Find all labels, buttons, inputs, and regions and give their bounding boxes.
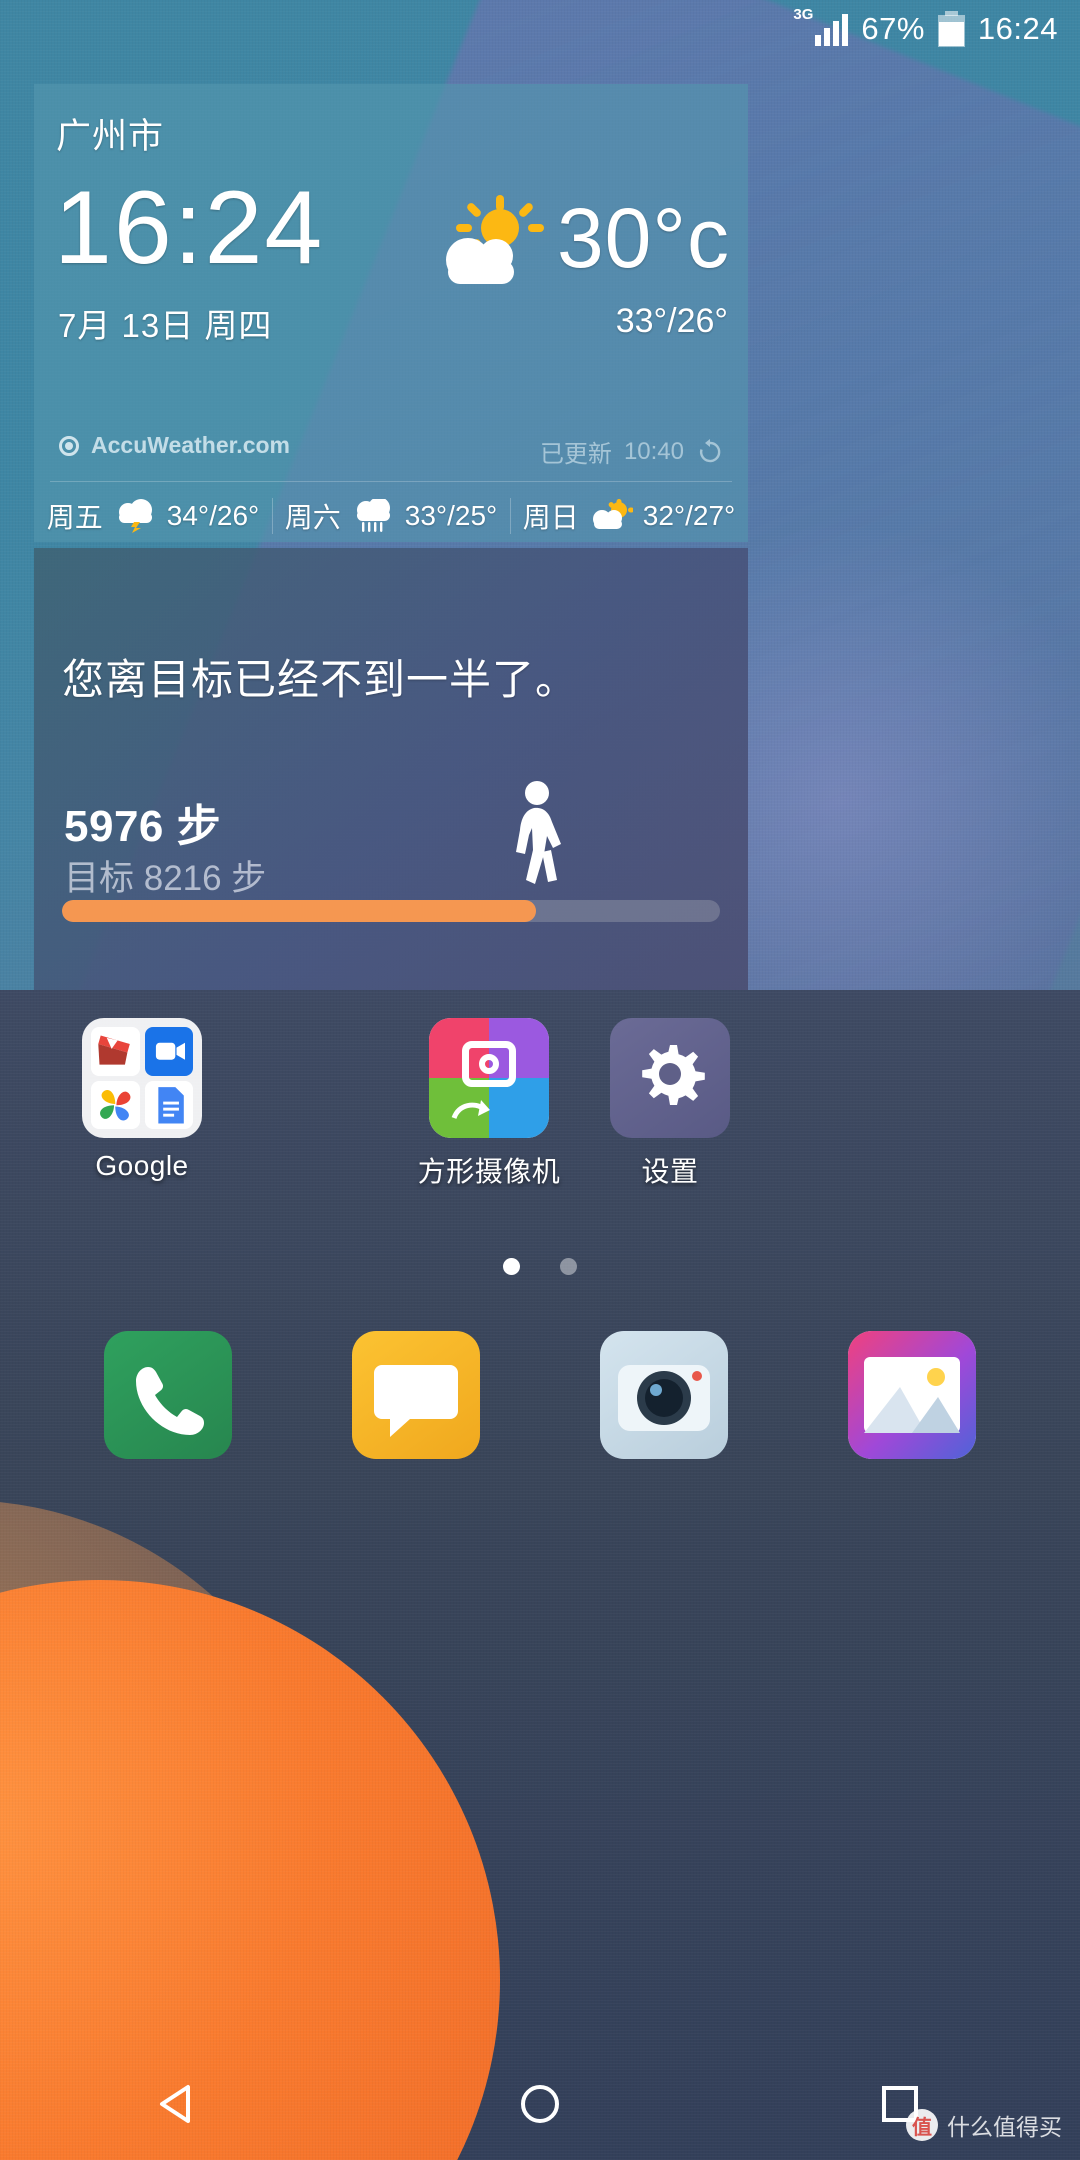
status-bar-clock: 16:24	[977, 11, 1058, 46]
triangle-back-icon	[160, 2085, 190, 2123]
network-type-label: 3G	[793, 6, 814, 23]
weather-date: 7月 13日 周四	[58, 307, 273, 344]
recents-button[interactable]	[840, 2048, 960, 2160]
play-movies-icon	[91, 1027, 140, 1076]
signal-icon: 3G	[793, 7, 849, 46]
duo-icon	[144, 1027, 193, 1076]
app-label: Google	[95, 1150, 189, 1181]
accuweather-label: AccuWeather.com	[91, 432, 290, 458]
forecast-item-sunday[interactable]: 周日 32°/27°	[510, 496, 748, 536]
partly-sunny-icon	[592, 499, 633, 529]
rotate-arrow-icon	[451, 1100, 490, 1120]
forecast-temps: 32°/27°	[642, 500, 736, 531]
forecast-day-label: 周日	[522, 502, 579, 533]
dock-camera-app[interactable]	[600, 1331, 728, 1459]
weather-clock[interactable]: 16:24	[54, 176, 324, 280]
updated-time: 10:40	[623, 437, 684, 465]
forecast-item-saturday[interactable]: 周六 33°/25°	[272, 496, 510, 536]
back-button[interactable]	[120, 2048, 240, 2160]
page-indicator[interactable]	[0, 1258, 1080, 1275]
refresh-icon[interactable]	[696, 438, 724, 466]
signal-bars-icon	[815, 14, 849, 46]
settings-tile[interactable]	[610, 1018, 730, 1138]
watermark-text: 什么值得买	[947, 2114, 1062, 2140]
step-progress-fill	[62, 900, 536, 922]
docs-icon	[144, 1080, 193, 1129]
photo-icon	[848, 1331, 976, 1459]
photos-icon	[91, 1080, 140, 1129]
forecast-day-label: 周五	[46, 502, 103, 533]
thunderstorm-icon	[118, 499, 152, 533]
gear-icon	[642, 1045, 705, 1105]
forecast-temps: 34°/26°	[166, 500, 260, 531]
weather-updated: 已更新 10:40	[540, 434, 724, 469]
navigation-bar	[0, 2048, 1080, 2160]
circle-home-icon	[521, 2085, 559, 2123]
square-camera-icon	[429, 1018, 549, 1138]
forecast-day-label: 周六	[284, 502, 341, 533]
settings-icon-bg	[610, 1018, 730, 1138]
updated-label: 已更新	[539, 441, 612, 468]
status-bar[interactable]: 3G 67% 16:24	[0, 0, 1080, 58]
weather-high-low: 33°/26°	[615, 302, 728, 340]
step-counter-widget[interactable]: 您离目标已经不到一半了。 5976 步 目标 8216 步	[34, 548, 748, 990]
dock	[0, 1320, 1080, 1470]
dock-messages-app[interactable]	[352, 1331, 480, 1459]
folder-preview	[82, 1018, 202, 1138]
app-square-camera[interactable]: 方形摄像机	[389, 1018, 589, 1190]
forecast-item-friday[interactable]: 周五 34°/26°	[34, 496, 272, 536]
step-goal: 目标 8216 步	[64, 859, 267, 898]
app-label: 设置	[641, 1156, 699, 1187]
weather-attribution[interactable]: AccuWeather.com	[56, 432, 290, 459]
app-label: 方形摄像机	[417, 1156, 561, 1187]
home-button[interactable]	[480, 2048, 600, 2160]
square-camera-tile[interactable]	[429, 1018, 549, 1138]
app-google-folder[interactable]: Google	[42, 1018, 242, 1182]
weather-temperature: 30°c	[556, 191, 730, 285]
battery-icon	[937, 11, 965, 47]
weather-city: 广州市	[56, 117, 165, 156]
message-bubble-icon	[374, 1365, 458, 1437]
step-count: 5976 步	[64, 802, 222, 851]
step-progress-bar	[62, 900, 720, 922]
google-folder-tile[interactable]	[82, 1018, 202, 1138]
page-dot[interactable]	[560, 1258, 577, 1275]
weather-widget[interactable]: 广州市 16:24 7月 13日 周四 30°c 33°/26° AccuWea…	[34, 84, 748, 542]
rain-icon	[356, 499, 390, 532]
weather-divider	[50, 481, 732, 482]
watermark: 值 什么值得买	[906, 2108, 1062, 2142]
step-motivation-message: 您离目标已经不到一半了。	[62, 656, 579, 703]
battery-percent-label: 67%	[861, 11, 925, 46]
watermark-logo: 值	[906, 2109, 938, 2141]
accuweather-sun-icon	[59, 435, 79, 456]
dock-phone-app[interactable]	[104, 1331, 232, 1459]
forecast-temps: 33°/25°	[404, 500, 498, 531]
walking-person-icon	[516, 781, 561, 884]
weather-forecast-row: 周五 34°/26° 周六 33°/25° 周日 32°/27°	[34, 490, 748, 542]
app-settings[interactable]: 设置	[570, 1018, 770, 1190]
page-dot-active[interactable]	[503, 1258, 520, 1275]
camera-icon	[618, 1365, 710, 1431]
phone-icon	[136, 1367, 204, 1435]
dock-gallery-app[interactable]	[848, 1331, 976, 1459]
sun-behind-cloud-icon	[446, 195, 544, 284]
